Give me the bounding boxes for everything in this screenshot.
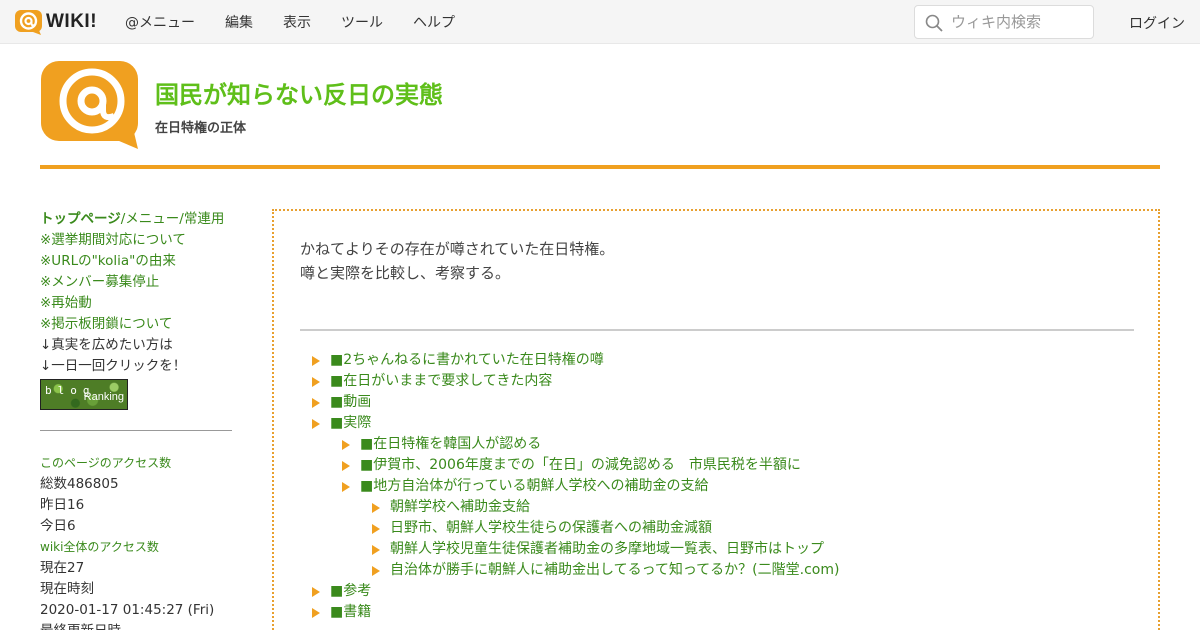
last-updated-label: 最終更新日時 xyxy=(40,621,232,630)
header-divider xyxy=(40,165,1160,169)
current-time: 2020-01-17 01:45:27 (Fri) xyxy=(40,602,215,618)
toc-item: ■参考 xyxy=(312,581,839,602)
page-subtitle: 在日特権の正体 xyxy=(155,121,247,136)
access-yesterday: 昨日16 xyxy=(40,497,85,513)
login-link[interactable]: ログイン xyxy=(1129,13,1185,33)
nav-tools[interactable]: ツール xyxy=(341,12,383,32)
sidebar-item-election[interactable]: ※選挙期間対応について xyxy=(40,232,186,248)
bullet-arrow-icon xyxy=(372,502,380,513)
toc-link[interactable]: ■在日がいままで要求してきた内容 xyxy=(330,371,552,392)
bullet-arrow-icon xyxy=(372,523,380,534)
sidebar-menu: トップページ/メニュー/常連用 ※選挙期間対応について ※URLの"kolia"… xyxy=(40,209,232,630)
toc-link[interactable]: 朝鮮人学校児童生徒保護者補助金の多摩地域一覧表、日野市はトップ xyxy=(390,539,824,560)
at-logo-icon xyxy=(15,10,42,35)
bullet-arrow-icon xyxy=(312,607,320,618)
bullet-arrow-icon xyxy=(372,565,380,576)
search-input[interactable] xyxy=(951,11,1087,33)
intro-line: 噂と実際を比較し、考察する。 xyxy=(300,264,511,282)
wiki-access-label: wiki全体のアクセス数 xyxy=(40,540,159,554)
sidebar-menu-link[interactable]: /メニュー/常連用 xyxy=(121,211,225,227)
page-access-label: このページのアクセス数 xyxy=(40,456,172,470)
top-bar: WIKI! @メニュー 編集 表示 ツール ヘルプ ログイン xyxy=(0,0,1200,44)
top-nav: @メニュー 編集 表示 ツール ヘルプ xyxy=(125,0,485,44)
toc-item: ■動画 xyxy=(312,392,839,413)
toc-link[interactable]: 日野市、朝鮮人学校生徒らの保護者への補助金減額 xyxy=(390,518,712,539)
bullet-arrow-icon xyxy=(312,355,320,366)
access-total: 総数486805 xyxy=(40,476,119,492)
toc-item: ■伊賀市、2006年度までの「在日」の減免認める 市県民税を半額に xyxy=(312,455,839,476)
toc-item: ■2ちゃんねるに書かれていた在日特権の噂 xyxy=(312,350,839,371)
bullet-arrow-icon xyxy=(312,376,320,387)
sidebar-item-url-origin[interactable]: ※URLの"kolia"の由来 xyxy=(40,253,176,269)
current-time-label: 現在時刻 xyxy=(40,581,94,597)
toc-item: ■在日特権を韓国人が認める xyxy=(312,434,839,455)
wiki-logo[interactable]: WIKI! xyxy=(14,9,97,35)
toc-link[interactable]: 朝鮮学校へ補助金支給 xyxy=(390,497,530,518)
toc-item: 日野市、朝鮮人学校生徒らの保護者への補助金減額 xyxy=(312,518,839,539)
bullet-arrow-icon xyxy=(312,418,320,429)
search-box[interactable] xyxy=(914,5,1094,39)
bullet-arrow-icon xyxy=(312,586,320,597)
toc-link[interactable]: ■参考 xyxy=(330,581,371,602)
sidebar-item-restart[interactable]: ※再始動 xyxy=(40,295,92,311)
nav-menu[interactable]: @メニュー xyxy=(125,12,195,32)
toc-item: 朝鮮学校へ補助金支給 xyxy=(312,497,839,518)
sidebar-divider xyxy=(40,430,232,431)
toc-link[interactable]: ■動画 xyxy=(330,392,371,413)
content-divider xyxy=(300,329,1134,331)
sidebar-top-page-link[interactable]: トップページ xyxy=(40,211,121,227)
bullet-arrow-icon xyxy=(372,544,380,555)
nav-view[interactable]: 表示 xyxy=(283,12,311,32)
bullet-arrow-icon xyxy=(342,481,350,492)
toc-link[interactable]: ■実際 xyxy=(330,413,371,434)
nav-edit[interactable]: 編集 xyxy=(225,12,253,32)
sidebar-note: ↓真実を広めたい方は xyxy=(40,337,173,353)
logo-text: WIKI! xyxy=(46,11,98,32)
sidebar-item-member-recruit[interactable]: ※メンバー募集停止 xyxy=(40,274,159,290)
access-now: 現在27 xyxy=(40,560,85,576)
site-at-logo-icon[interactable] xyxy=(40,60,140,150)
search-icon xyxy=(925,14,943,32)
toc-item: ■在日がいままで要求してきた内容 xyxy=(312,371,839,392)
toc-link[interactable]: ■2ちゃんねるに書かれていた在日特権の噂 xyxy=(330,350,604,371)
sidebar-note: ↓一日一回クリックを！ xyxy=(40,358,187,374)
blog-ranking-banner[interactable]: blog Ranking xyxy=(40,379,128,410)
toc-item: ■地方自治体が行っている朝鮮人学校への補助金の支給 xyxy=(312,476,839,497)
access-today: 今日6 xyxy=(40,518,76,534)
main-content: かねてよりその存在が噂されていた在日特権。 噂と実際を比較し、考察する。 ■2ち… xyxy=(272,209,1160,630)
intro-text: かねてよりその存在が噂されていた在日特権。 噂と実際を比較し、考察する。 xyxy=(300,237,614,285)
banner-text-bottom: Ranking xyxy=(83,391,124,403)
bullet-arrow-icon xyxy=(342,460,350,471)
toc-link[interactable]: ■伊賀市、2006年度までの「在日」の減免認める 市県民税を半額に xyxy=(360,455,801,476)
toc-link[interactable]: ■在日特権を韓国人が認める xyxy=(360,434,541,455)
toc-item: 朝鮮人学校児童生徒保護者補助金の多摩地域一覧表、日野市はトップ xyxy=(312,539,839,560)
toc-item: ■実際 xyxy=(312,413,839,434)
bullet-arrow-icon xyxy=(312,397,320,408)
toc-link[interactable]: ■地方自治体が行っている朝鮮人学校への補助金の支給 xyxy=(360,476,709,497)
toc-link[interactable]: 自治体が勝手に朝鮮人に補助金出してるって知ってるか？(二階堂.com) xyxy=(390,560,839,581)
toc-item: 自治体が勝手に朝鮮人に補助金出してるって知ってるか？(二階堂.com) xyxy=(312,560,839,581)
page-title[interactable]: 国民が知らない反日の実態 xyxy=(155,75,443,110)
nav-help[interactable]: ヘルプ xyxy=(413,12,455,32)
table-of-contents: ■2ちゃんねるに書かれていた在日特権の噂 ■在日がいままで要求してきた内容 ■動画 ■… xyxy=(312,350,839,623)
sidebar-item-board-closed[interactable]: ※掲示板閉鎖について xyxy=(40,316,172,332)
intro-line: かねてよりその存在が噂されていた在日特権。 xyxy=(300,240,615,258)
toc-item: ■書籍 xyxy=(312,602,839,623)
toc-link[interactable]: ■書籍 xyxy=(330,602,371,623)
bullet-arrow-icon xyxy=(342,439,350,450)
